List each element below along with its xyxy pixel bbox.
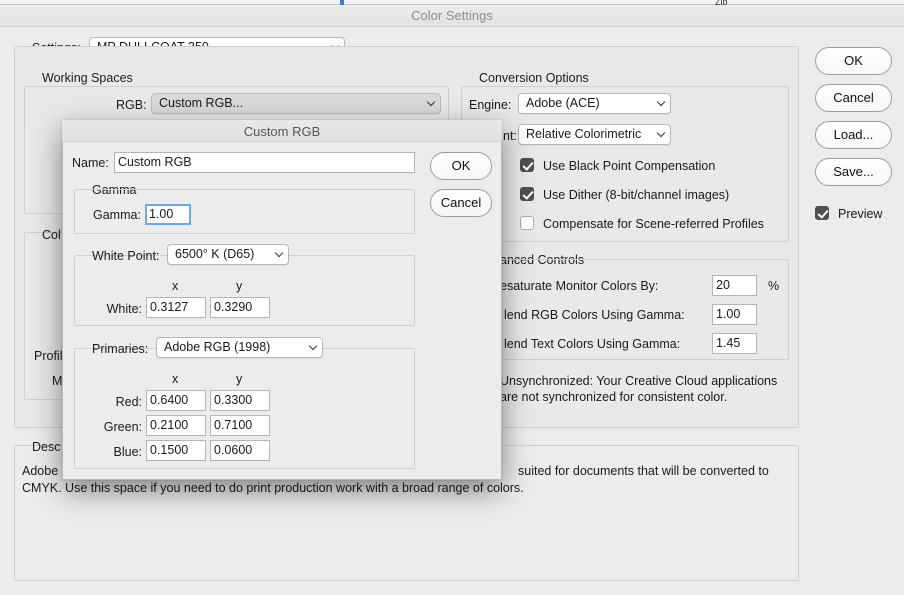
sync-message-line2: are not synchronized for consistent colo… [500,390,728,404]
blue-x-field[interactable]: 0.1500 [146,440,206,461]
description-line1-start: Adobe [22,464,59,478]
intent-label-fragment: nt: [503,129,517,143]
red-y-field[interactable]: 0.3300 [210,390,270,411]
chevron-down-icon [427,99,435,107]
cancel-button[interactable]: Cancel [815,84,892,112]
chevron-down-icon [657,99,665,107]
black-point-label: Use Black Point Compensation [543,159,716,173]
chevron-down-icon [309,343,317,351]
engine-popup[interactable]: Adobe (ACE) [518,93,671,114]
green-y-field[interactable]: 0.7100 [210,415,270,436]
blend-rgb-label-fragment: lend RGB Colors Using Gamma: [504,308,685,322]
black-point-checkbox[interactable] [520,158,534,172]
scene-referred-checkbox[interactable] [520,216,534,230]
primaries-y-header: y [236,372,243,386]
description-line2: CMYK. Use this space if you need to do p… [22,481,524,495]
m-label-fragment: M [52,374,63,388]
blend-rgb-gamma-field[interactable]: 1.00 [712,304,757,325]
primaries-label: Primaries: [92,342,149,356]
green-x-field[interactable]: 0.2100 [146,415,206,436]
intent-value: Relative Colorimetric [526,127,642,141]
white-x-field[interactable]: 0.3127 [146,297,206,318]
blue-y-field[interactable]: 0.0600 [210,440,270,461]
blend-text-label-fragment: lend Text Colors Using Gamma: [504,337,681,351]
intent-popup[interactable]: Relative Colorimetric [518,124,671,145]
red-x-field[interactable]: 0.6400 [146,390,206,411]
custom-rgb-title: Custom RGB [243,124,321,139]
custom-rgb-ok-button[interactable]: OK [430,152,492,180]
description-line1-end: suited for documents that will be conver… [518,464,769,478]
rgb-working-space-popup[interactable]: Custom RGB... [151,93,441,114]
name-label: Name: [72,156,109,170]
chevron-down-icon [657,130,665,138]
percent-unit: % [768,279,780,293]
white-point-label: White Point: [92,249,160,263]
scene-referred-label: Compensate for Scene-referred Profiles [543,217,764,231]
load-button[interactable]: Load... [815,121,892,149]
white-y-field[interactable]: 0.3290 [210,297,270,318]
name-field[interactable]: Custom RGB [114,152,415,173]
working-spaces-title: Working Spaces [42,71,133,85]
rgb-working-space-value: Custom RGB... [159,96,244,110]
conversion-options-title: Conversion Options [479,71,589,85]
white-row-label: White: [106,302,142,316]
chevron-down-icon [275,250,283,258]
white-x-header: x [172,279,179,293]
white-y-header: y [236,279,243,293]
rgb-label: RGB: [116,98,147,112]
window-title: Color Settings [411,8,493,23]
gamma-field[interactable]: 1.00 [145,204,191,225]
ok-button[interactable]: OK [815,47,892,75]
sync-message-line1: Unsynchronized: Your Creative Cloud appl… [500,374,778,388]
blend-text-gamma-field[interactable]: 1.45 [712,333,757,354]
primaries-popup[interactable]: Adobe RGB (1998) [156,337,323,358]
save-button[interactable]: Save... [815,158,892,186]
dither-label: Use Dither (8-bit/channel images) [543,188,730,202]
profile-label-fragment: Profil [34,349,63,363]
engine-label: Engine: [469,98,512,112]
desaturate-field[interactable]: 20 [712,275,757,296]
color-management-title-fragment: Col [42,228,61,242]
desaturate-label-fragment: esaturate Monitor Colors By: [500,279,659,293]
primaries-value: Adobe RGB (1998) [164,340,271,354]
custom-rgb-cancel-button[interactable]: Cancel [430,189,492,217]
preview-checkbox[interactable] [815,206,829,220]
gamma-label: Gamma: [93,208,141,222]
red-label: Red: [115,395,142,409]
blue-label: Blue: [113,445,143,459]
green-label: Green: [103,420,142,434]
engine-value: Adobe (ACE) [526,96,600,110]
dither-checkbox[interactable] [520,187,534,201]
primaries-x-header: x [172,372,179,386]
description-title-fragment: Desc [32,440,61,454]
white-point-value: 6500° K (D65) [175,247,255,261]
white-point-popup[interactable]: 6500° K (D65) [167,244,289,265]
preview-label: Preview [838,207,883,221]
